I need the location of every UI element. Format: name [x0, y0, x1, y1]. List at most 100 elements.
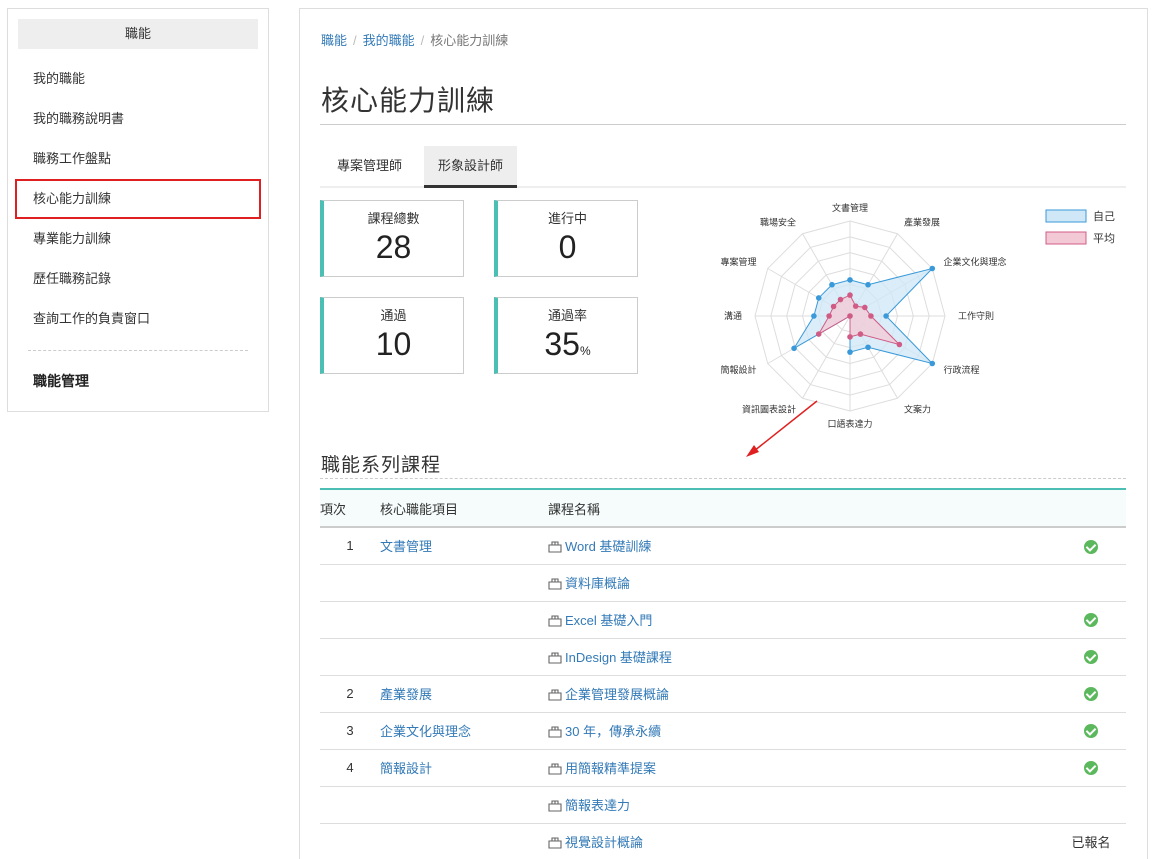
stat-pass-rate: 通過率 35%	[494, 297, 638, 374]
stat-label: 通過率	[547, 308, 587, 323]
row-no: 1	[320, 527, 380, 565]
row-item	[380, 786, 548, 824]
row-course: 簡報表達力	[548, 786, 1056, 824]
sidebar: 職能 我的職能 我的職務說明書 職務工作盤點 核心能力訓練 專業能力訓練 歷任職…	[7, 8, 269, 412]
status-text: 已報名	[1071, 835, 1111, 850]
stat-label: 課程總數	[367, 211, 420, 226]
course-box-icon	[548, 614, 562, 630]
check-circle-icon	[1084, 539, 1098, 554]
check-circle-icon	[1084, 761, 1098, 776]
radar-point	[829, 281, 835, 288]
table-row: Excel 基礎入門	[320, 601, 1126, 639]
sidebar-item-competency-management[interactable]: 職能管理	[8, 363, 268, 399]
tab-project-manager[interactable]: 專案管理師	[323, 146, 416, 188]
sidebar-divider	[28, 350, 248, 351]
radar-point	[847, 292, 853, 298]
item-link[interactable]: 產業發展	[380, 687, 432, 702]
radar-point	[929, 265, 936, 272]
radar-point	[791, 345, 797, 352]
radar-axis-label: 口語表達力	[827, 418, 872, 429]
course-link[interactable]: 30 年，傳承永續	[565, 724, 661, 739]
radar-axis-label: 文案力	[904, 404, 931, 415]
row-status	[1056, 712, 1126, 750]
sidebar-item-core-training[interactable]: 核心能力訓練	[15, 179, 261, 219]
check-circle-icon	[1084, 724, 1098, 739]
check-circle-icon	[1084, 687, 1098, 702]
legend-label: 自己	[1093, 210, 1115, 223]
breadcrumb-link-my-competency[interactable]: 我的職能	[363, 33, 415, 48]
breadcrumb-link-competency[interactable]: 職能	[321, 33, 347, 48]
annotation-arrow	[746, 400, 818, 457]
radar-point	[837, 296, 844, 303]
section-divider	[320, 478, 1126, 479]
row-status	[1056, 527, 1126, 565]
course-link[interactable]: Excel 基礎入門	[565, 613, 652, 628]
radar-axis-label: 溝通	[724, 310, 742, 321]
table-row: InDesign 基礎課程	[320, 638, 1126, 676]
table-row: 1 文書管理 Word 基礎訓練	[320, 527, 1126, 565]
course-link[interactable]: InDesign 基礎課程	[565, 650, 672, 665]
row-item: 企業文化與理念	[380, 712, 548, 750]
radar-point	[815, 331, 822, 337]
row-status	[1056, 675, 1126, 713]
item-link[interactable]: 文書管理	[380, 539, 432, 554]
row-item: 文書管理	[380, 527, 548, 565]
main-panel: 職能 / 我的職能 / 核心能力訓練 核心能力訓練 專案管理師 形象設計師 課程總數 2…	[299, 8, 1148, 859]
stat-label: 進行中	[547, 211, 587, 226]
legend-swatch	[1045, 231, 1087, 245]
page-title: 核心能力訓練	[321, 85, 496, 116]
sidebar-item-job-inventory[interactable]: 職務工作盤點	[8, 139, 268, 179]
table-row: 4 簡報設計 用簡報精準提案	[320, 749, 1126, 787]
sidebar-item-job-history[interactable]: 歷任職務記錄	[8, 259, 268, 299]
table-row: 視覺設計概論 已報名	[320, 823, 1126, 859]
row-no: 2	[320, 675, 380, 713]
course-box-icon	[548, 725, 562, 741]
item-link[interactable]: 企業文化與理念	[380, 724, 471, 739]
radar-point	[847, 277, 853, 283]
radar-point	[896, 341, 903, 348]
course-link[interactable]: 資料庫概論	[565, 576, 630, 591]
radar-point	[847, 349, 853, 355]
row-item	[380, 823, 548, 859]
course-box-icon	[548, 836, 562, 852]
row-no	[320, 786, 380, 824]
row-course: 30 年，傳承永續	[548, 712, 1056, 750]
breadcrumb: 職能 / 我的職能 / 核心能力訓練	[321, 33, 509, 48]
course-link[interactable]: 視覺設計概論	[565, 835, 643, 850]
tab-image-designer[interactable]: 形象設計師	[424, 146, 518, 188]
table-row: 3 企業文化與理念 30 年，傳承永續	[320, 712, 1126, 750]
item-link[interactable]: 簡報設計	[380, 761, 432, 776]
row-item: 產業發展	[380, 675, 548, 713]
row-course: Excel 基礎入門	[548, 601, 1056, 639]
table-row: 簡報表達力	[320, 786, 1126, 824]
radar-axis-label: 產業發展	[904, 216, 940, 227]
col-header-no: 項次	[320, 488, 380, 528]
radar-point	[847, 334, 853, 340]
stat-value: 35%	[498, 326, 637, 363]
radar-point	[815, 295, 822, 301]
row-item	[380, 564, 548, 602]
course-link[interactable]: 用簡報精準提案	[565, 761, 656, 776]
radar-point	[883, 313, 889, 319]
course-link[interactable]: Word 基礎訓練	[565, 539, 651, 554]
sidebar-item-job-description[interactable]: 我的職務說明書	[8, 99, 268, 139]
course-link[interactable]: 簡報表達力	[565, 798, 630, 813]
table-header-row: 項次 核心職能項目 課程名稱	[320, 488, 1126, 528]
course-box-icon	[548, 762, 562, 778]
course-table: 項次 核心職能項目 課程名稱 1 文書管理 Word 基礎訓練 資料庫概論 Excel …	[320, 488, 1126, 859]
title-divider	[320, 124, 1126, 125]
sidebar-item-my-competency[interactable]: 我的職能	[8, 59, 268, 99]
row-item: 簡報設計	[380, 749, 548, 787]
sidebar-item-professional-training[interactable]: 專業能力訓練	[8, 219, 268, 259]
sidebar-item-contact-window[interactable]: 查詢工作的負責窗口	[8, 299, 268, 339]
section-title: 職能系列課程	[321, 455, 442, 476]
check-circle-icon	[1084, 650, 1098, 665]
row-course: Word 基礎訓練	[548, 527, 1056, 565]
row-course: 資料庫概論	[548, 564, 1056, 602]
col-header-course: 課程名稱	[548, 488, 1056, 528]
course-link[interactable]: 企業管理發展概論	[565, 687, 669, 702]
row-item	[380, 638, 548, 676]
radar-axis-label: 職場安全	[760, 216, 796, 227]
stat-value: 10	[375, 326, 412, 362]
row-status	[1056, 638, 1126, 676]
